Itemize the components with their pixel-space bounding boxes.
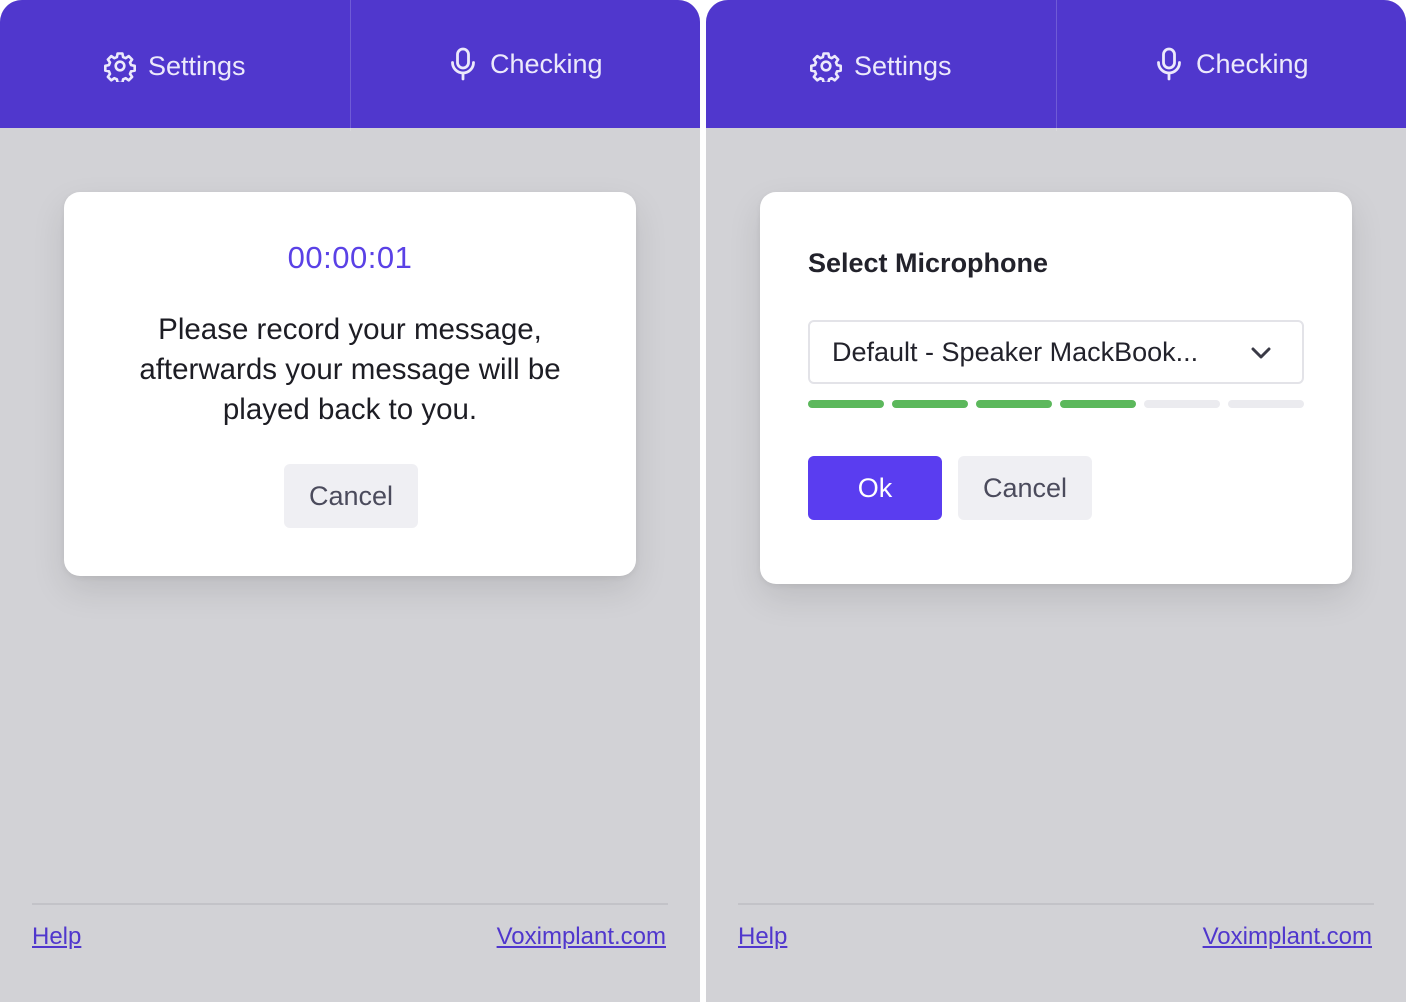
meter-segment-active	[892, 400, 968, 408]
selected-device: Default - Speaker MackBook...	[832, 336, 1199, 367]
gear-icon	[103, 52, 136, 82]
microphone-select[interactable]: Default - Speaker MackBook...	[808, 320, 1304, 384]
help-link[interactable]: Help	[738, 923, 787, 951]
cancel-button[interactable]: Cancel	[958, 456, 1092, 520]
ok-button[interactable]: Ok	[808, 456, 942, 520]
microphone-panel: Settings Checking Select Microphone Defa…	[706, 0, 1406, 1002]
tab-checking-label: Checking	[489, 48, 603, 79]
tab-settings-label: Settings	[853, 50, 952, 81]
meter-segment-active	[1060, 400, 1136, 408]
voximplant-link[interactable]: Voximplant.com	[497, 923, 666, 951]
footer: Help Voximplant.com	[32, 903, 668, 950]
microphone-level-meter	[808, 400, 1304, 408]
recording-panel: Settings Checking 00:00:01 Please record…	[0, 0, 700, 1002]
top-navigation: Settings Checking	[0, 0, 701, 131]
tab-checking[interactable]: Checking	[349, 0, 701, 131]
help-link[interactable]: Help	[32, 923, 81, 951]
meter-segment-inactive	[1228, 400, 1304, 408]
tab-settings-label: Settings	[147, 50, 246, 81]
gear-icon	[809, 52, 842, 82]
cancel-button[interactable]: Cancel	[284, 464, 418, 528]
tab-settings[interactable]: Settings	[0, 0, 350, 130]
select-microphone-dialog: Select Microphone Default - Speaker Mack…	[760, 192, 1352, 584]
tab-settings[interactable]: Settings	[706, 0, 1056, 130]
tab-checking[interactable]: Checking	[1055, 0, 1406, 131]
voximplant-link[interactable]: Voximplant.com	[1203, 923, 1372, 951]
meter-segment-active	[976, 400, 1052, 408]
dialog-title: Select Microphone	[808, 248, 1049, 278]
meter-segment-inactive	[1144, 400, 1220, 408]
record-message-dialog: 00:00:01 Please record your message, aft…	[64, 192, 636, 576]
top-navigation: Settings Checking	[706, 0, 1406, 131]
record-instructions: Please record your message, afterwards y…	[139, 313, 561, 426]
meter-segment-active	[808, 400, 884, 408]
footer: Help Voximplant.com	[738, 903, 1374, 950]
tab-checking-label: Checking	[1195, 48, 1309, 79]
recording-timer: 00:00:01	[287, 240, 413, 275]
microphone-icon	[1157, 47, 1181, 81]
chevron-down-icon	[1251, 347, 1271, 359]
microphone-icon	[451, 47, 475, 81]
